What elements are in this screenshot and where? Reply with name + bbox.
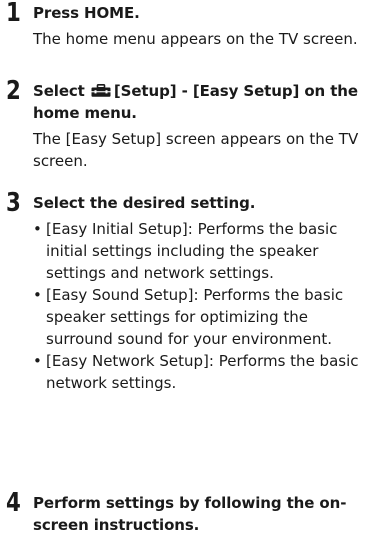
manual-page: { "steps": [ { "number": "1", "title": "… xyxy=(0,0,374,541)
step-number: 2 xyxy=(6,76,21,106)
step-title: Perform settings by following the on-scr… xyxy=(33,494,347,534)
step-number: 1 xyxy=(6,0,21,28)
list-item: • [Easy Sound Setup]: Performs the basic … xyxy=(33,284,370,350)
step-title: Select [Setup] - [Easy Setup] on the hom… xyxy=(33,80,370,124)
bullet-marker: • xyxy=(33,352,42,370)
step-title: Select the desired setting. xyxy=(33,194,256,212)
step-description: The home menu appears on the TV screen. xyxy=(33,30,358,48)
step-description: The [Easy Setup] screen appears on the T… xyxy=(33,130,359,170)
list-item: • [Easy Initial Setup]: Performs the basi… xyxy=(33,218,370,284)
list-item-text: [Easy Sound Setup]: Performs the basic s… xyxy=(46,286,344,348)
step-number: 3 xyxy=(6,188,21,218)
toolbox-icon xyxy=(91,84,111,97)
list-item: • [Easy Network Setup]: Performs the basi… xyxy=(33,350,370,394)
step-number: 4 xyxy=(6,488,21,518)
step-title-prefix: Select xyxy=(33,82,85,100)
bullet-marker: • xyxy=(33,220,42,238)
list-item-text: [Easy Network Setup]: Performs the basic… xyxy=(46,352,359,392)
bullet-marker: • xyxy=(33,286,42,304)
list-item-text: [Easy Initial Setup]: Performs the basic… xyxy=(46,220,338,282)
settings-list: • [Easy Initial Setup]: Performs the basi… xyxy=(33,218,370,394)
step-title: Press HOME. xyxy=(33,4,140,22)
